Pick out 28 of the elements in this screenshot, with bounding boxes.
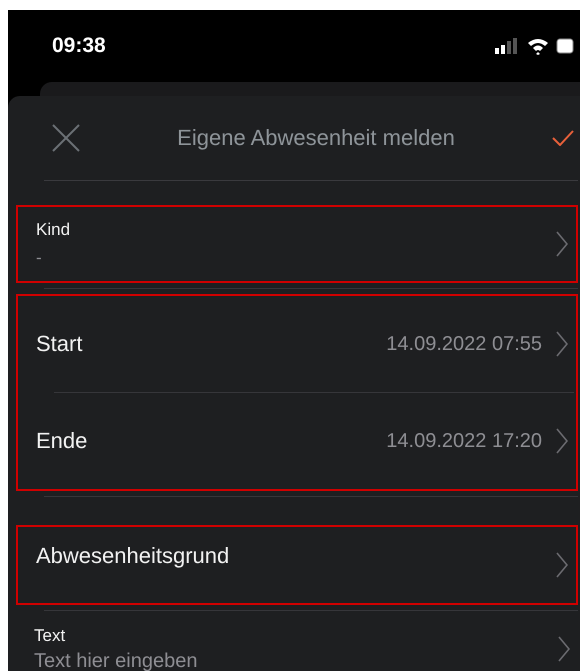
field-label: Abwesenheitsgrund — [36, 543, 230, 569]
close-button[interactable] — [52, 124, 80, 152]
form-row[interactable]: Ende 14.09.2022 17:20 — [36, 393, 574, 489]
field-label: Ende — [36, 428, 88, 454]
form-row[interactable]: Abwesenheitsgrund — [36, 527, 574, 603]
form-row[interactable]: Start 14.09.2022 07:55 — [36, 296, 574, 392]
close-icon — [52, 124, 80, 152]
sheet-title: Eigene Abwesenheit melden — [176, 125, 456, 151]
chevron-icon — [558, 636, 570, 662]
field-value: 14.09.2022 07:55 — [386, 332, 542, 356]
battery-icon — [556, 37, 574, 55]
checkmark-icon — [552, 130, 574, 146]
form-row[interactable]: Kind - — [36, 207, 574, 281]
signal-icon — [494, 37, 520, 55]
status-time: 09:38 — [52, 34, 106, 58]
field-label: Kind — [36, 220, 72, 240]
wifi-icon — [526, 37, 550, 55]
chevron-icon — [556, 331, 568, 357]
form-row[interactable]: Text Text hier eingeben — [34, 616, 576, 671]
field-value: - — [36, 248, 43, 268]
chevron-icon — [556, 428, 568, 454]
chevron-icon — [556, 231, 568, 257]
text-input-field[interactable]: Text hier eingeben — [34, 650, 334, 671]
confirm-button[interactable] — [552, 130, 574, 146]
field-label: Text — [34, 626, 66, 646]
field-label: Start — [36, 331, 84, 357]
field-value: 14.09.2022 17:20 — [386, 430, 542, 452]
chevron-icon — [556, 552, 568, 578]
